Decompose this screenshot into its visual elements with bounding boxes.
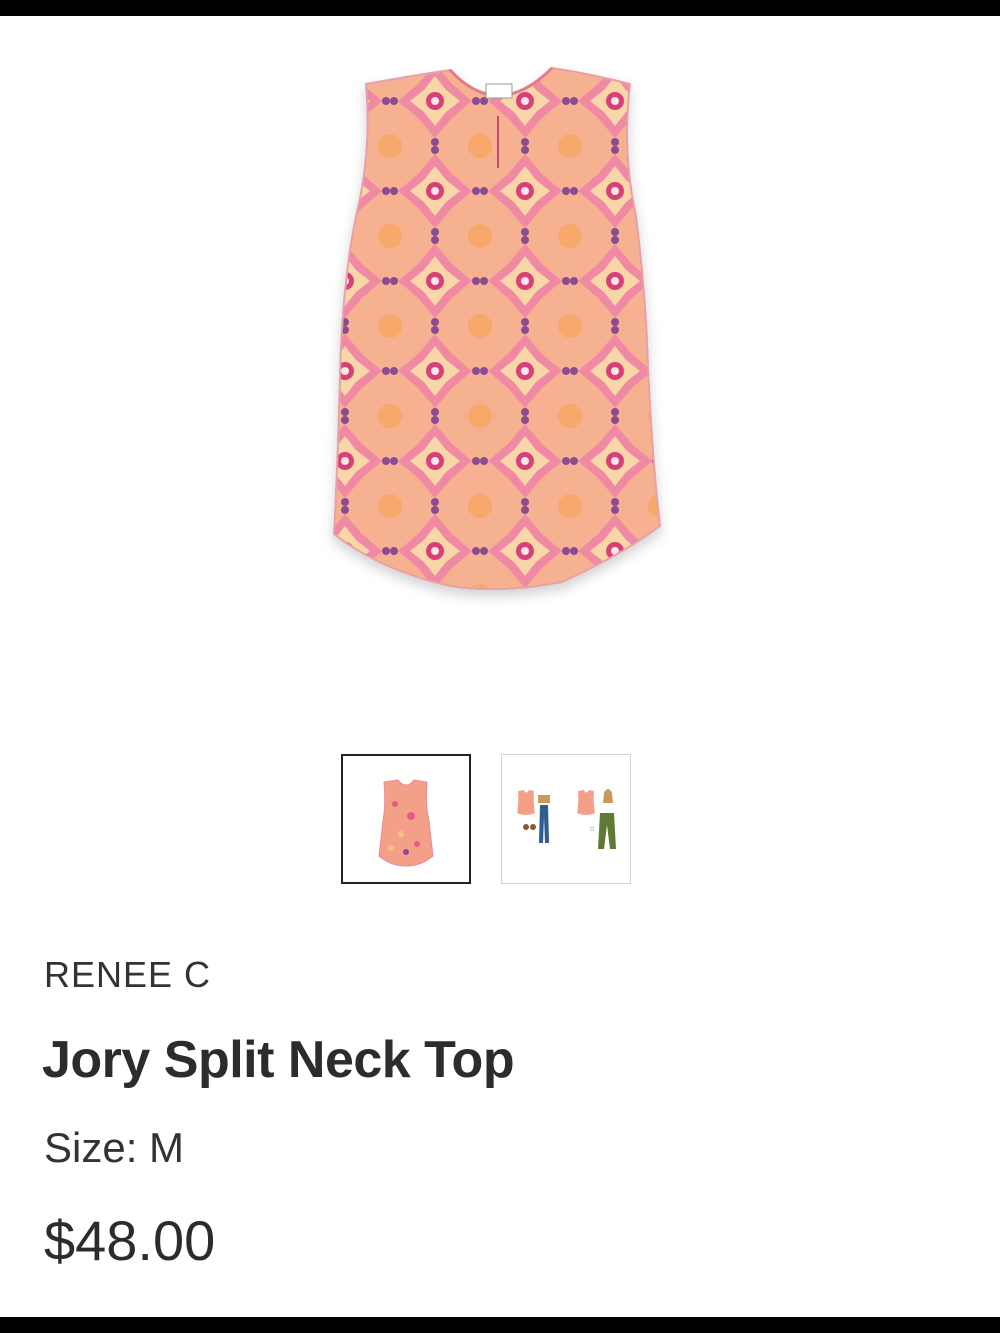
product-price: $48.00: [44, 1209, 216, 1272]
product-size: Size: M: [44, 1124, 185, 1171]
product-detail-page: RENEE C Jory Split Neck Top Size: M $48.…: [0, 16, 1000, 1317]
image-thumbnails: [0, 754, 1000, 888]
outfit-thumbnail-image: [517, 789, 616, 849]
outfit-thumbnail[interactable]: [501, 754, 631, 884]
product-brand: RENEE C: [44, 954, 212, 995]
hero-product-image[interactable]: [300, 56, 700, 626]
product-title: Jory Split Neck Top: [42, 1031, 515, 1089]
tank-top-thumbnail-image: [378, 779, 434, 867]
product-thumbnail[interactable]: [341, 754, 471, 884]
tank-top-illustration: [332, 66, 662, 591]
